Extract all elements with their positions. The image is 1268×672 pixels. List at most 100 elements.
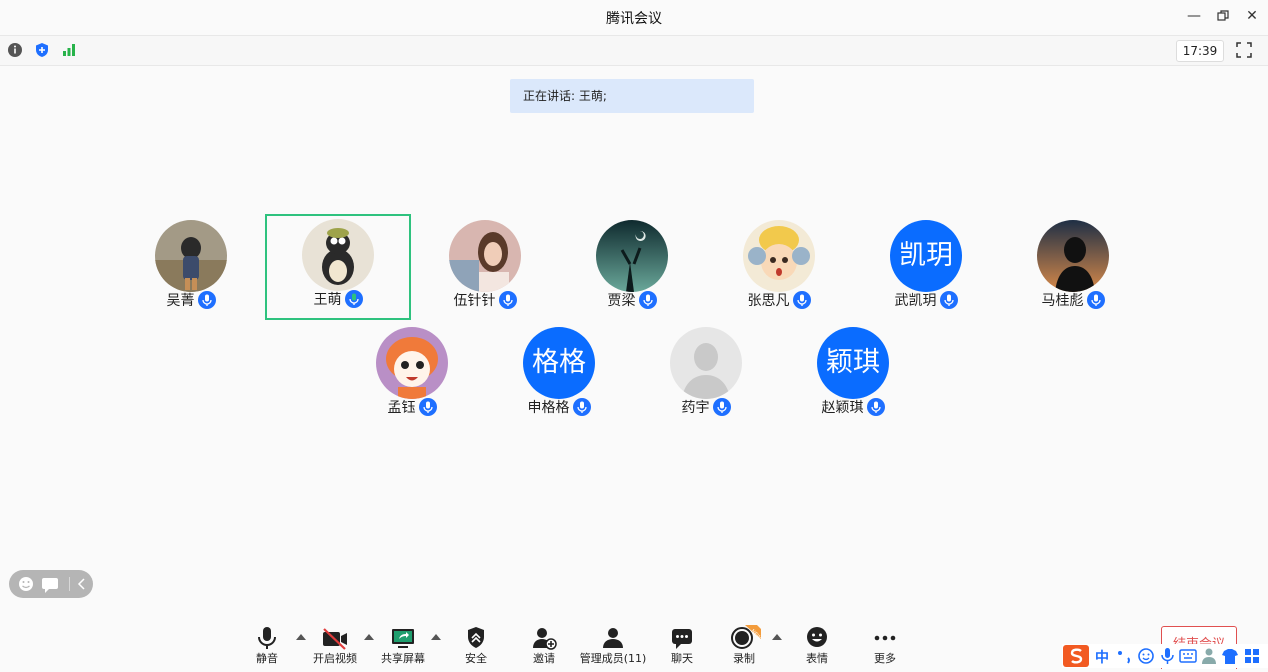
info-icon[interactable] [6,41,24,59]
participant-name: 申格格 [527,400,570,416]
share-screen-button[interactable]: 共享屏幕 [368,625,438,666]
shield-icon [441,625,511,651]
keyboard-icon[interactable] [1179,649,1197,663]
chat-button[interactable]: 聊天 [647,625,717,666]
participant-name-row: 申格格 [486,397,632,417]
restore-icon[interactable] [1212,6,1234,26]
participant-tile[interactable]: 格格 申格格 [486,322,632,428]
microphone-icon [866,398,885,416]
participant-name: 武凯玥 [894,293,937,309]
emoji-icon[interactable] [19,577,33,591]
avatar [376,327,448,399]
participant-tile[interactable]: 吴菁 [118,215,264,321]
record-button[interactable]: NEW 录制 [709,625,779,666]
shield-icon[interactable] [33,41,51,59]
emoji-icon [782,625,852,651]
share-screen-icon [368,625,438,651]
chat-icon [647,625,717,651]
participant-name-row: 马桂彪 [1000,290,1146,310]
toolbox-icon[interactable] [1245,649,1259,663]
microphone-active-icon [344,290,363,308]
chevron-left-icon[interactable] [77,578,85,590]
participant-name-row: 张思凡 [706,290,852,310]
chat-bubble-icon[interactable] [42,578,58,593]
more-button[interactable]: 更多 [850,625,920,666]
sogou-logo-icon[interactable] [1063,645,1089,667]
participant-name-row: 王萌 [265,289,411,309]
user-icon[interactable] [1202,648,1216,665]
avatar [1037,220,1109,292]
window-title: 腾讯会议 [606,11,662,27]
microphone-icon [498,291,517,309]
avatar [449,220,521,292]
share-screen-label: 共享屏幕 [381,652,425,665]
mute-button[interactable]: 静音 [232,625,302,666]
skin-icon[interactable] [1222,649,1238,664]
avatar [155,220,227,292]
record-icon: NEW [709,625,779,651]
security-button[interactable]: 安全 [441,625,511,666]
microphone-icon [939,291,958,309]
participant-tile[interactable]: 马桂彪 [1000,215,1146,321]
microphone-icon [572,398,591,416]
share-options-caret[interactable] [431,634,441,640]
manage-members-button[interactable]: 管理成员(11) [578,625,648,666]
fullscreen-icon[interactable] [1236,42,1252,58]
chat-label: 聊天 [671,652,693,665]
record-options-caret[interactable] [772,634,782,640]
close-icon[interactable]: ✕ [1241,6,1263,26]
participant-name: 马桂彪 [1041,293,1084,309]
participant-tile[interactable]: 药宇 [633,322,779,428]
manage-members-label: 管理成员(11) [579,652,647,665]
participant-name-row: 吴菁 [118,290,264,310]
more-icon [850,625,920,651]
emoji-icon[interactable] [1138,648,1154,664]
avatar-initials: 凯玥 [890,220,962,292]
punctuation-icon[interactable] [1118,651,1130,664]
participant-name: 孟钰 [387,400,416,416]
ime-mode-indicator[interactable]: 中 [1095,647,1109,667]
floating-action-pill [9,570,93,598]
meeting-clock: 17:39 [1176,40,1224,62]
speaking-text: 正在讲话: 王萌; [523,89,607,103]
signal-icon[interactable] [60,41,78,59]
microphone-icon [418,398,437,416]
microphone-icon [232,625,302,651]
participant-tile[interactable]: 张思凡 [706,215,852,321]
participant-name: 贾梁 [607,293,636,309]
participant-tile-active[interactable]: 王萌 [265,214,411,320]
avatar [302,219,374,291]
participant-tile[interactable]: 孟钰 [339,322,485,428]
participant-name: 张思凡 [747,293,790,309]
reactions-button[interactable]: 表情 [782,625,852,666]
add-user-icon [509,625,579,651]
participant-tile[interactable]: 凯玥 武凯玥 [853,215,999,321]
avatar [743,220,815,292]
participant-name: 赵颖琪 [821,400,864,416]
participant-tile[interactable]: 伍针针 [412,215,558,321]
participant-tile[interactable]: 颖琪 赵颖琪 [780,322,926,428]
start-video-button[interactable]: 开启视频 [300,625,370,666]
participant-name-row: 赵颖琪 [780,397,926,417]
participant-name-row: 孟钰 [339,397,485,417]
participant-name-row: 药宇 [633,397,779,417]
minimize-icon[interactable]: — [1183,6,1205,26]
participant-name: 吴菁 [166,293,195,309]
participant-name-row: 武凯玥 [853,290,999,310]
participant-name-row: 贾梁 [559,290,705,310]
title-bar: 腾讯会议 — ✕ [0,0,1268,34]
microphone-icon [712,398,731,416]
microphone-icon [1086,291,1105,309]
invite-label: 邀请 [533,652,555,665]
video-off-icon [300,625,370,651]
speaking-banner: 正在讲话: 王萌; [510,79,754,113]
voice-input-icon[interactable] [1161,648,1174,664]
meeting-info-bar: 17:39 [0,35,1268,66]
invite-button[interactable]: 邀请 [509,625,579,666]
record-label: 录制 [733,652,755,665]
more-label: 更多 [874,652,896,665]
participant-tile[interactable]: 贾梁 [559,215,705,321]
participant-name: 药宇 [681,400,710,416]
microphone-icon [792,291,811,309]
microphone-icon [197,291,216,309]
